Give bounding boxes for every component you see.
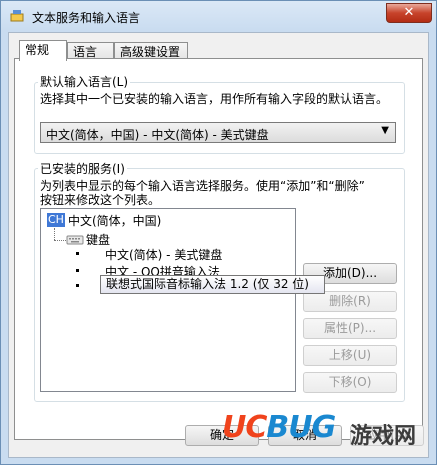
title-bar[interactable]: 文本服务和输入语言 ✕ [1,1,436,31]
close-icon: ✕ [403,5,415,20]
default-language-description: 选择其中一个已安装的输入语言，用作所有输入字段的默认语言。 [40,92,389,106]
tab-general[interactable]: 常规 [19,40,67,61]
default-language-dropdown[interactable]: 中文(简体，中国) - 中文(简体) - 美式键盘 ▼ [40,122,396,143]
properties-button[interactable]: 属性(P)... [303,318,397,339]
close-button[interactable]: ✕ [386,3,432,23]
services-tree[interactable]: CH 中文(简体，中国) 键盘 中文(简体) - 美式键盘 中文 - QQ拼音输… [40,208,296,392]
tree-item-tooltip: 联想式国际音标输入法 1.2 (仅 32 位) [100,275,325,294]
language-badge: CH [47,213,65,227]
keyboard-icon [66,235,84,245]
keyboard-app-icon [10,10,24,22]
tree-bullet [76,269,79,272]
remove-button[interactable]: 删除(R) [303,291,397,312]
tree-language-node[interactable]: 中文(简体，中国) [68,212,161,229]
tree-bullet [76,284,79,287]
installed-services-description-2: 按钮来修改这个列表。 [40,193,161,207]
dropdown-selected-value: 中文(简体，中国) - 中文(简体) - 美式键盘 [46,128,269,142]
window-title: 文本服务和输入语言 [32,11,141,25]
watermark-text: 游戏网 [350,424,417,449]
installed-services-title: 已安装的服务(I) [38,160,127,177]
tree-bullet [76,252,79,255]
tree-service-item-1[interactable]: 中文(简体) - 美式键盘 [105,246,222,263]
move-down-button[interactable]: 下移(O) [303,372,397,393]
default-language-title: 默认输入语言(L) [38,73,131,90]
move-up-button[interactable]: 上移(U) [303,345,397,366]
chevron-down-icon: ▼ [381,125,389,136]
watermark-logo: UCBUG [222,410,336,445]
tree-line [54,228,55,240]
tree-line [54,240,66,241]
